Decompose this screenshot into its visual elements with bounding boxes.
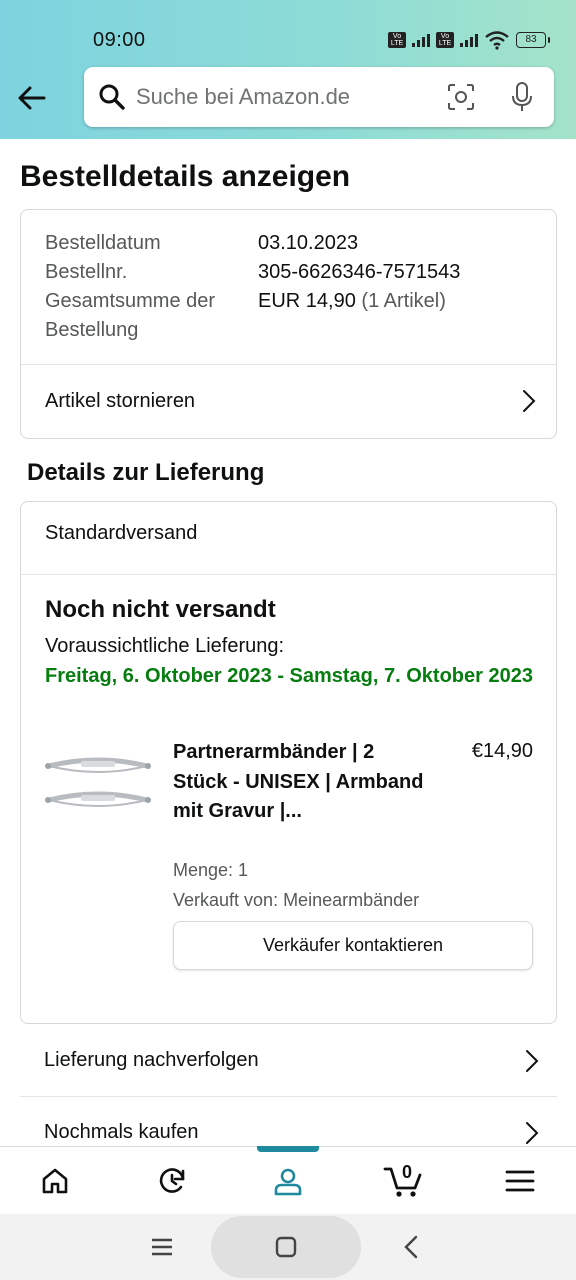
camera-search-icon[interactable] (446, 83, 476, 111)
nav-home[interactable] (20, 1147, 90, 1215)
cancel-items-link[interactable]: Artikel stornieren (21, 365, 556, 437)
system-nav-bar (0, 1214, 576, 1280)
back-arrow-icon[interactable] (16, 82, 48, 114)
delivery-section-title: Details zur Lieferung (27, 459, 265, 486)
battery-icon: 83 (516, 32, 550, 48)
system-back-button[interactable] (396, 1232, 426, 1262)
account-icon (274, 1168, 302, 1196)
delivery-card: Standardversand Noch nicht versandt Vora… (20, 501, 557, 1024)
cart-count-badge: 0 (401, 1162, 412, 1182)
menu-icon (505, 1170, 535, 1192)
app-header: 09:00 Vo LTE Vo LTE 83 (0, 0, 576, 139)
order-date-value: 03.10.2023 (258, 232, 359, 254)
product-seller: Verkauft von: Meinearmbänder (173, 890, 420, 910)
home-button[interactable] (211, 1216, 361, 1278)
status-icons: Vo LTE Vo LTE 83 (388, 29, 550, 51)
expected-delivery-dates: Freitag, 6. Oktober 2023 - Samstag, 7. O… (45, 665, 533, 687)
product-price: €14,90 (471, 740, 533, 762)
shipping-method: Standardversand (45, 522, 198, 544)
order-total-items: (1 Artikel) (361, 290, 446, 312)
buy-again-label: Nochmals kaufen (44, 1121, 199, 1143)
track-delivery-link[interactable]: Lieferung nachverfolgen (20, 1025, 557, 1097)
order-date-label: Bestelldatum (45, 232, 161, 254)
microphone-icon[interactable] (510, 81, 534, 113)
search-input[interactable] (136, 67, 436, 127)
order-total-label-line2: Bestellung (45, 319, 139, 341)
status-time: 09:00 (93, 29, 146, 51)
expected-delivery-label: Voraussichtliche Lieferung: (45, 635, 285, 657)
bottom-nav (0, 1146, 576, 1214)
cancel-items-label: Artikel stornieren (45, 389, 196, 412)
chevron-right-icon (523, 390, 536, 412)
signal-icon (460, 33, 478, 47)
signal-icon (412, 33, 430, 47)
chevron-right-icon (526, 1049, 539, 1072)
order-number-label: Bestellnr. (45, 261, 128, 283)
contact-seller-button[interactable]: Verkäufer kontaktieren (173, 921, 533, 970)
order-total-label: Gesamtsumme der Bestellung (45, 287, 245, 345)
chevron-left-icon (404, 1235, 418, 1259)
battery-level: 83 (525, 34, 537, 45)
product-quantity: Menge: 1 (173, 860, 249, 880)
search-icon (99, 84, 125, 110)
recent-apps-icon (152, 1238, 172, 1256)
order-summary-card: Bestelldatum 03.10.2023 Bestellnr. 305-6… (20, 209, 557, 439)
chevron-right-icon (526, 1121, 539, 1144)
volte-icon: Vo LTE (436, 32, 454, 48)
history-icon (159, 1168, 185, 1193)
nav-account[interactable] (253, 1147, 323, 1215)
order-number-value: 305-6626346-7571543 (258, 261, 461, 283)
search-bar[interactable] (84, 67, 554, 127)
product-title-link[interactable]: Partnerarmbänder | 2 Stück - UNISEX | Ar… (173, 738, 433, 827)
nav-history[interactable] (137, 1147, 207, 1215)
divider (21, 574, 556, 575)
order-total-amount: EUR 14,90 (258, 290, 356, 312)
home-icon (42, 1168, 68, 1194)
wifi-icon (485, 31, 509, 50)
shipment-status: Noch nicht versandt (45, 596, 276, 623)
product-image[interactable] (43, 752, 153, 822)
track-delivery-label: Lieferung nachverfolgen (44, 1049, 259, 1071)
order-total-label-line1: Gesamtsumme der (45, 290, 216, 312)
home-square-icon (275, 1236, 297, 1258)
volte-icon: Vo LTE (388, 32, 406, 48)
nav-menu[interactable] (485, 1147, 555, 1215)
recent-apps-button[interactable] (147, 1232, 177, 1262)
order-total-value: EUR 14,90 (1 Artikel) (258, 287, 446, 316)
page-title: Bestelldetails anzeigen (20, 160, 351, 193)
